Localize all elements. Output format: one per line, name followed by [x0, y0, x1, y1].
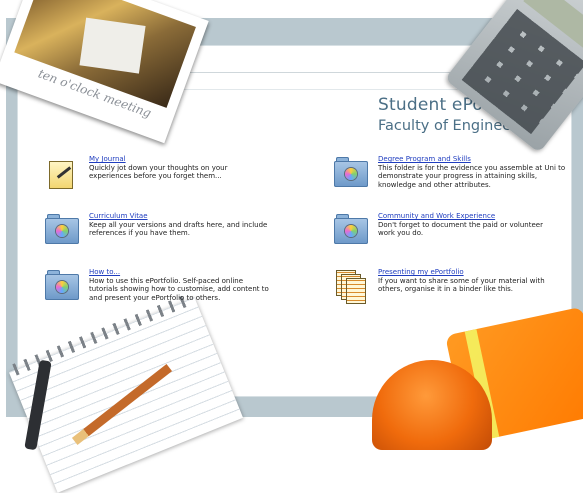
degree-program-description: This folder is for the evidence you asse… [378, 163, 566, 189]
how-to-link[interactable]: How to... [89, 268, 274, 277]
journal-icon[interactable] [45, 155, 79, 189]
community-work-link[interactable]: Community and Work Experience [378, 212, 548, 221]
presenting-description: If you want to share some of your materi… [378, 276, 545, 294]
curriculum-vitae-link[interactable]: Curriculum Vitae [89, 212, 284, 221]
folder-icon[interactable] [334, 155, 368, 189]
curriculum-vitae-description: Keep all your versions and drafts here, … [89, 220, 268, 238]
community-work-description: Don't forget to document the paid or vol… [378, 220, 543, 238]
folder-icon[interactable] [334, 212, 368, 246]
how-to-description: How to use this ePortfolio. Self-paced o… [89, 276, 269, 302]
folder-icon[interactable] [45, 268, 79, 302]
folder-icon[interactable] [45, 212, 79, 246]
my-journal-link[interactable]: My Journal [89, 155, 274, 164]
documents-icon[interactable] [334, 268, 368, 304]
my-journal-description: Quickly jot down your thoughts on your e… [89, 163, 228, 181]
presenting-link[interactable]: Presenting my ePortfolio [378, 268, 553, 277]
degree-program-link[interactable]: Degree Program and Skills [378, 155, 568, 164]
